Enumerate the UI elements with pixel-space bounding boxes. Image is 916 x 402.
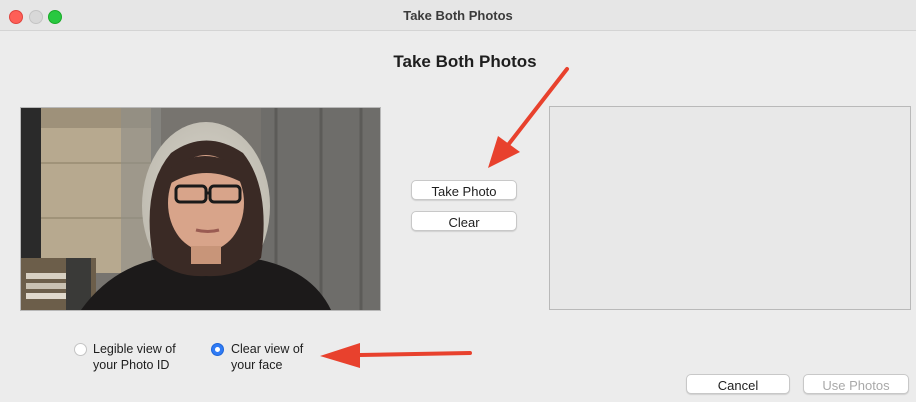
window-title: Take Both Photos	[403, 8, 513, 23]
photo-id-label-line1: Legible view of	[93, 342, 176, 356]
arrow-to-face-option-head	[320, 343, 360, 368]
page-title: Take Both Photos	[393, 52, 537, 71]
photo-id-radio-label: Legible view of your Photo ID	[93, 341, 176, 373]
take-photo-button[interactable]: Take Photo	[411, 180, 517, 200]
face-label-line1: Clear view of	[231, 342, 304, 356]
camera-view	[20, 107, 381, 311]
clear-button[interactable]: Clear	[411, 211, 517, 231]
camera-feed-image	[21, 108, 380, 310]
cancel-button[interactable]: Cancel	[686, 374, 790, 394]
captured-photo-preview	[549, 106, 911, 310]
dialog-window: Take Both Photos Take Both Photos Take P…	[0, 0, 916, 402]
photo-id-radio[interactable]	[74, 343, 87, 356]
photo-id-label-line2: your Photo ID	[93, 358, 170, 372]
face-radio-label: Clear view of your face	[231, 341, 303, 373]
face-radio[interactable]	[211, 343, 224, 356]
arrow-to-face-option	[358, 351, 472, 357]
title-bar: Take Both Photos	[0, 0, 916, 31]
arrow-to-take-photo-head	[488, 136, 520, 168]
use-photos-button[interactable]: Use Photos	[803, 374, 909, 394]
face-label-line2: your face	[231, 358, 283, 372]
